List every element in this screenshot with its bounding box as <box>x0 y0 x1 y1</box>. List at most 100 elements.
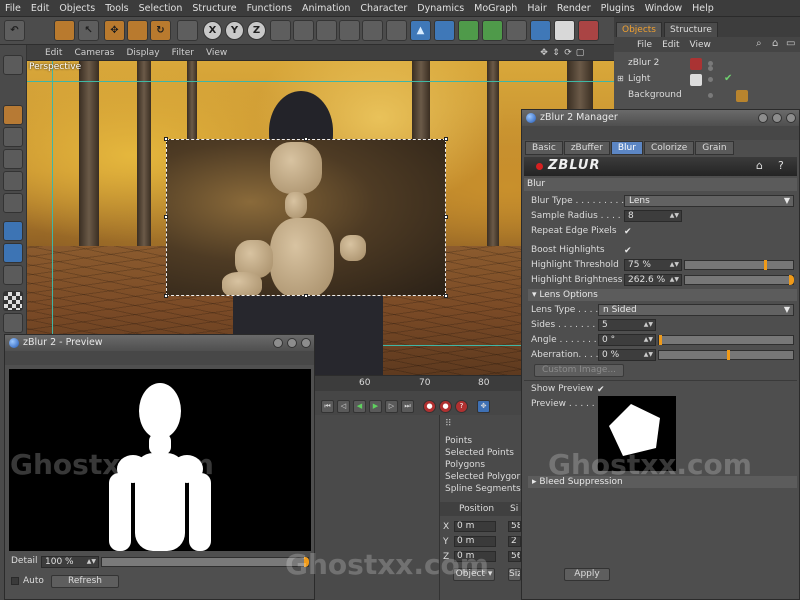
bleed-suppression-header[interactable]: ▸ Bleed Suppression <box>528 476 797 488</box>
spinner-icon[interactable]: ▲▼ <box>670 275 679 285</box>
size-x-field[interactable]: 58 <box>508 521 521 532</box>
previous-key-icon[interactable]: ◁ <box>337 400 350 413</box>
selection-item[interactable]: Polygons <box>445 460 485 470</box>
scene-object-icon[interactable] <box>530 20 551 41</box>
slider-knob[interactable] <box>789 275 794 285</box>
close-icon[interactable] <box>301 338 311 348</box>
menu-selection[interactable]: Selection <box>134 3 188 14</box>
menu-tools[interactable]: Tools <box>100 3 133 14</box>
axis-y-icon[interactable]: Y <box>225 21 244 40</box>
record-icon[interactable]: ● <box>423 400 436 413</box>
spinner-icon[interactable]: ▲▼ <box>87 557 96 567</box>
tab-structure[interactable]: Structure <box>664 22 718 37</box>
make-editable-icon[interactable] <box>3 55 23 75</box>
viewport-rotate-icon[interactable]: ⟳ <box>563 48 573 58</box>
selection-item[interactable]: Spline Segments <box>445 484 521 494</box>
points-mode-icon[interactable] <box>3 149 23 169</box>
viewport-zoom-icon[interactable]: ⇕ <box>551 48 561 58</box>
cube-icon[interactable] <box>434 20 455 41</box>
viewport-menu-edit[interactable]: Edit <box>39 48 68 58</box>
select-arrow-icon[interactable]: ↖ <box>78 20 99 41</box>
next-key-icon[interactable]: ▷ <box>385 400 398 413</box>
menu-character[interactable]: Character <box>355 3 412 14</box>
region-handle[interactable] <box>164 137 168 141</box>
maximize-icon[interactable] <box>772 113 782 123</box>
custom-image-button[interactable]: Custom Image... <box>534 364 624 377</box>
render-region[interactable] <box>166 139 446 296</box>
maximize-icon[interactable] <box>287 338 297 348</box>
region-handle[interactable] <box>164 215 168 219</box>
viewport-menu-display[interactable]: Display <box>120 48 165 58</box>
expand-icon[interactable]: ⊞ <box>617 74 624 83</box>
model-mode-icon[interactable] <box>3 105 23 125</box>
deformer-icon[interactable] <box>506 20 527 41</box>
slider-knob[interactable] <box>659 335 662 345</box>
uv-mode-icon[interactable] <box>3 313 23 333</box>
home-icon[interactable]: ⌂ <box>756 159 763 172</box>
tab-grain[interactable]: Grain <box>695 141 734 155</box>
tag-icon[interactable] <box>578 20 599 41</box>
aberration-field[interactable]: 0 % ▲▼ <box>598 349 656 361</box>
move-icon[interactable]: ✥ <box>104 20 125 41</box>
angle-slider[interactable] <box>658 335 794 345</box>
new-window-icon[interactable]: ▭ <box>786 38 795 49</box>
menu-dynamics[interactable]: Dynamics <box>412 3 469 14</box>
lens-type-dropdown[interactable]: n Sided ▼ <box>598 304 794 316</box>
tab-objects[interactable]: Objects <box>616 22 663 37</box>
axis-x-icon[interactable]: X <box>203 21 222 40</box>
autokey-icon[interactable]: ● <box>439 400 452 413</box>
minimize-icon[interactable] <box>758 113 768 123</box>
detail-slider[interactable] <box>101 557 309 567</box>
undo-icon[interactable]: ↶ <box>4 20 25 41</box>
edges-mode-icon[interactable] <box>3 171 23 191</box>
highlight-brightness-field[interactable]: 262.6 % ▲▼ <box>624 274 682 286</box>
aberration-slider[interactable] <box>658 350 794 360</box>
highlight-threshold-slider[interactable] <box>684 260 794 270</box>
auto-checkbox[interactable] <box>11 577 19 585</box>
polygons-mode-icon[interactable] <box>3 193 23 213</box>
region-handle[interactable] <box>304 294 308 298</box>
visibility-dot[interactable] <box>708 93 713 98</box>
highlight-brightness-slider[interactable] <box>684 275 794 285</box>
position-z-field[interactable]: 0 m <box>454 551 496 562</box>
position-y-field[interactable]: 0 m <box>454 536 496 547</box>
object-row-background[interactable]: Background <box>614 88 800 104</box>
scale-icon[interactable] <box>127 20 148 41</box>
size-z-field[interactable]: 5656.472 m <box>508 551 521 562</box>
menu-file[interactable]: File <box>0 3 26 14</box>
lens-options-header[interactable]: ▾ Lens Options <box>528 289 797 301</box>
workplane-icon[interactable] <box>3 243 23 263</box>
object-row-zblur[interactable]: zBlur 2 <box>614 56 800 72</box>
nurbs-icon[interactable] <box>458 20 479 41</box>
menu-mograph[interactable]: MoGraph <box>469 3 522 14</box>
render-settings-icon[interactable] <box>362 20 383 41</box>
menu-edit[interactable]: Edit <box>26 3 54 14</box>
viewport-menu-filter[interactable]: Filter <box>166 48 200 58</box>
menu-help[interactable]: Help <box>687 3 719 14</box>
tab-zbuffer[interactable]: zBuffer <box>563 141 610 155</box>
menu-animation[interactable]: Animation <box>297 3 355 14</box>
tab-basic[interactable]: Basic <box>525 141 563 155</box>
tab-colorize[interactable]: Colorize <box>643 141 695 155</box>
slider-knob[interactable] <box>727 350 730 360</box>
sculpt-icon[interactable] <box>3 265 23 285</box>
position-x-field[interactable]: 0 m <box>454 521 496 532</box>
help-icon[interactable]: ? <box>778 159 784 172</box>
highlight-threshold-field[interactable]: 75 % ▲▼ <box>624 259 682 271</box>
refresh-button[interactable]: Refresh <box>51 575 119 588</box>
selection-item[interactable]: Selected Polygor <box>445 472 520 482</box>
menu-hair[interactable]: Hair <box>522 3 552 14</box>
play-forward-icon[interactable]: ▶ <box>369 400 382 413</box>
apply-button[interactable]: Apply <box>564 568 610 581</box>
render-view-icon[interactable] <box>316 20 337 41</box>
mograph-icon[interactable] <box>482 20 503 41</box>
minimize-icon[interactable] <box>273 338 283 348</box>
snap-icon[interactable] <box>3 221 23 241</box>
om-menu-view[interactable]: View <box>685 40 716 50</box>
blur-type-dropdown[interactable]: Lens ▼ <box>624 195 794 207</box>
cube-primitive-icon[interactable] <box>386 20 407 41</box>
spinner-icon[interactable]: ▲▼ <box>670 260 679 270</box>
go-to-start-icon[interactable]: ⏮ <box>321 400 334 413</box>
size-y-field[interactable]: 2 <box>508 536 521 547</box>
home-icon[interactable]: ⌂ <box>772 38 778 49</box>
